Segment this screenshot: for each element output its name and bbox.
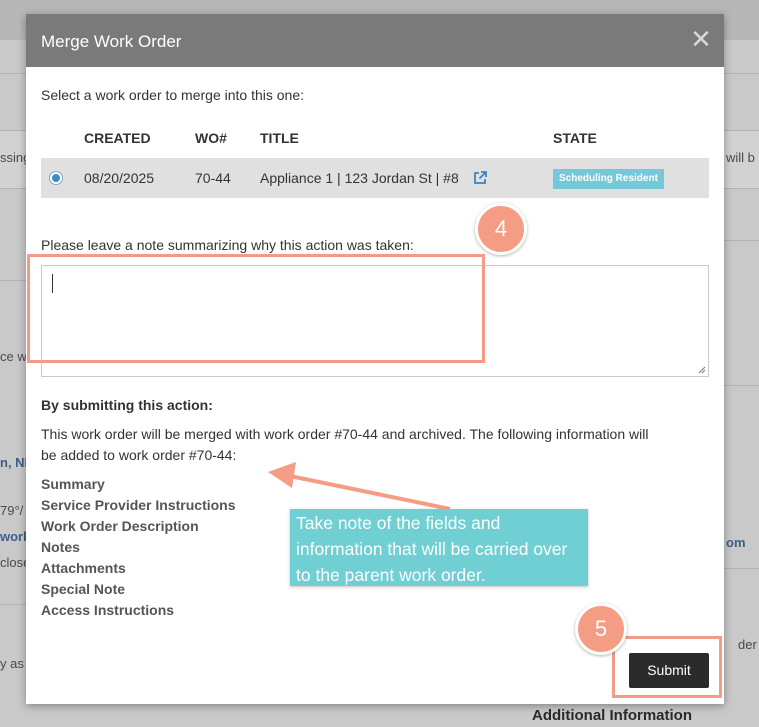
arrow-shaft [289,474,451,511]
annotation-arrow [268,462,451,511]
arrow-head [268,462,296,488]
annotation-tooltip: Take note of the fields and information … [290,509,588,586]
